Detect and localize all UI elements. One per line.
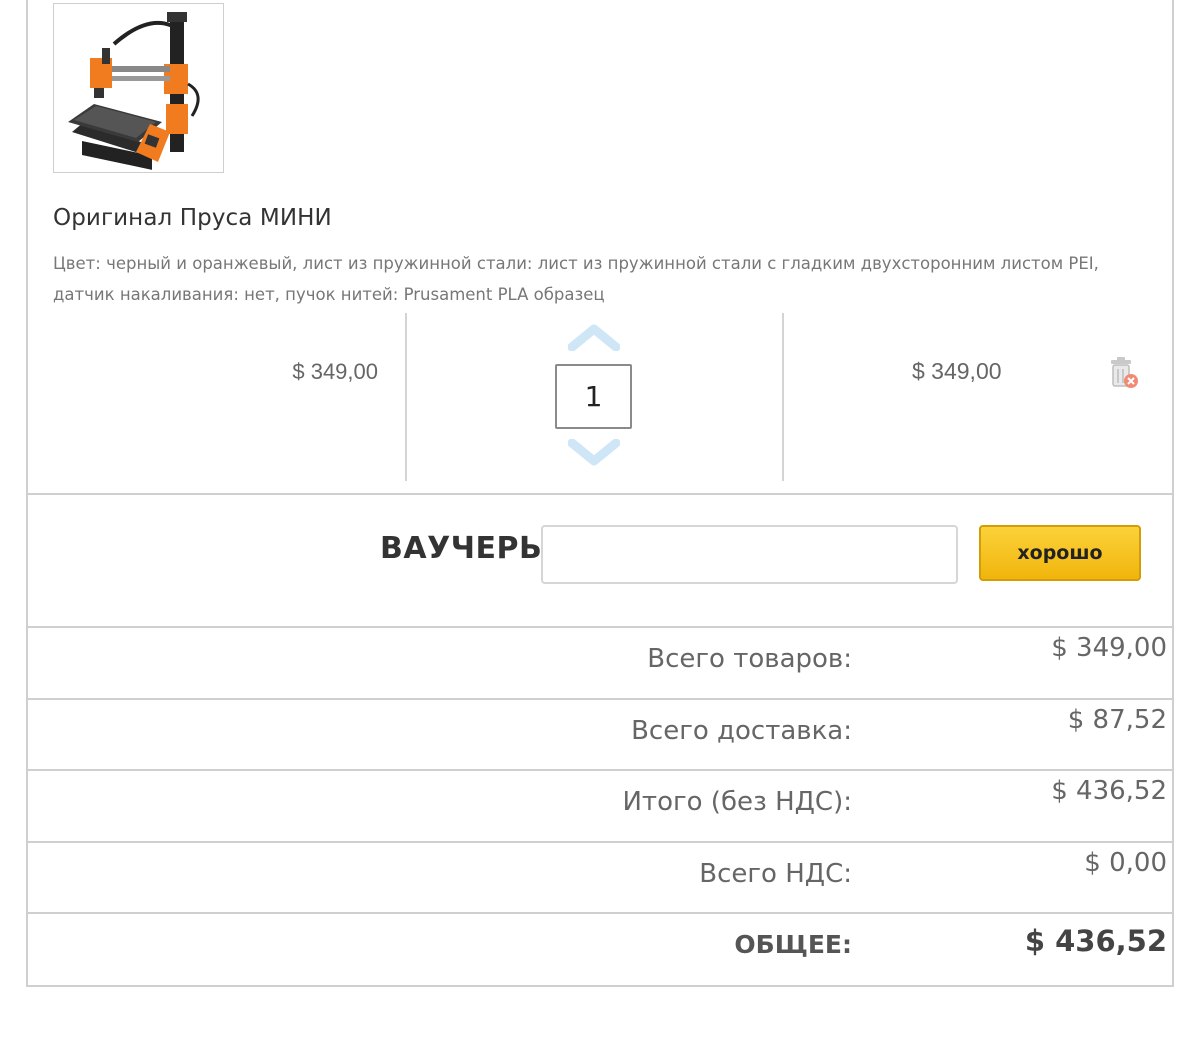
apply-voucher-button[interactable]: хорошо [979, 525, 1141, 581]
summary-value: $ 349,00 [1051, 633, 1167, 663]
summary-value: $ 0,00 [1084, 848, 1167, 878]
summary-value: $ 87,52 [1067, 705, 1167, 735]
summary-label: Всего НДС: [699, 859, 852, 889]
summary-label: Итого (без НДС): [622, 787, 852, 817]
summary-total-row: ОБЩЕЕ: $ 436,52 [28, 914, 1172, 984]
chevron-down-icon[interactable] [568, 439, 620, 467]
section-divider [28, 493, 1172, 495]
column-divider [405, 313, 407, 481]
column-divider [782, 313, 784, 481]
line-total: $ 349,00 [912, 358, 1002, 384]
summary-shipping-row: Всего доставка: $ 87,52 [28, 700, 1172, 770]
voucher-label: ВАУЧЕРЫ [380, 531, 551, 566]
cart-panel: Оригинал Пруса МИНИ Цвет: черный и оранж… [26, 0, 1174, 987]
product-name[interactable]: Оригинал Пруса МИНИ [53, 205, 332, 231]
trash-remove-icon[interactable] [1106, 356, 1140, 390]
summary-value: $ 436,52 [1051, 776, 1167, 806]
voucher-input[interactable] [541, 525, 958, 584]
chevron-up-icon[interactable] [568, 323, 620, 351]
summary-products-row: Всего товаров: $ 349,00 [28, 628, 1172, 698]
summary-label: Всего товаров: [647, 644, 852, 674]
summary-tax-row: Всего НДС: $ 0,00 [28, 843, 1172, 913]
cart-line-item: $ 349,00 $ 349,00 [28, 313, 1172, 481]
product-thumbnail[interactable] [53, 3, 224, 173]
unit-price: $ 349,00 [292, 359, 378, 384]
grand-total-label: ОБЩЕЕ: [734, 930, 852, 959]
summary-subtotal-row: Итого (без НДС): $ 436,52 [28, 771, 1172, 841]
summary-label: Всего доставка: [631, 716, 852, 746]
printer-image [54, 4, 223, 172]
product-attributes: Цвет: черный и оранжевый, лист из пружин… [53, 254, 1099, 304]
grand-total-value: $ 436,52 [1024, 924, 1167, 958]
quantity-input[interactable] [555, 364, 632, 429]
